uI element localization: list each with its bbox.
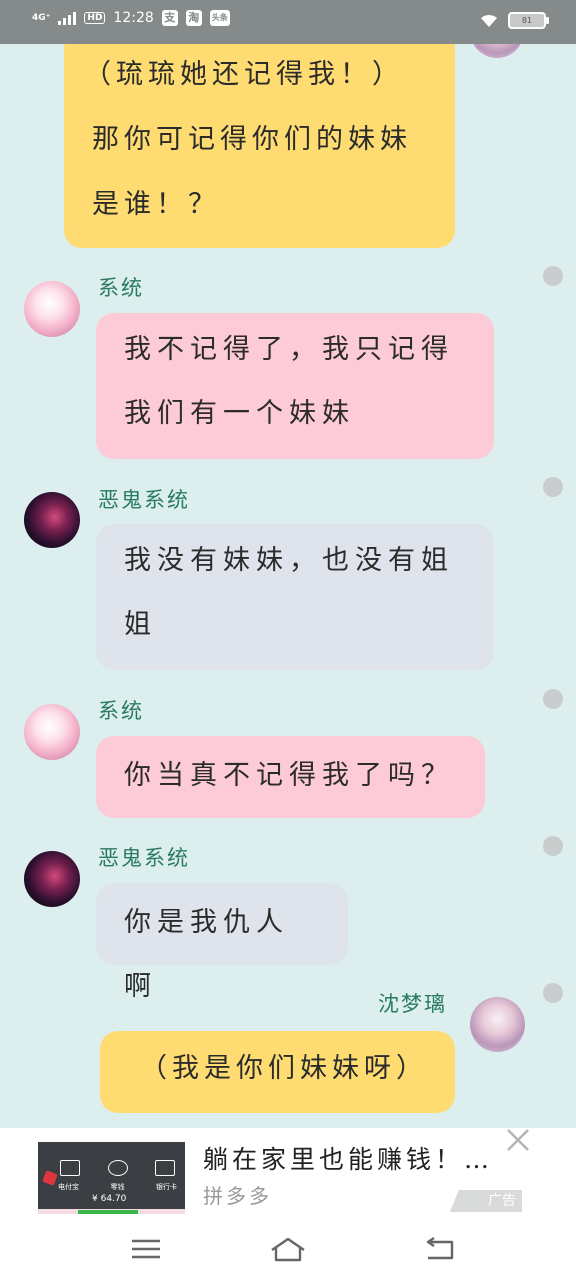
sender-name: 系统: [98, 699, 144, 723]
home-icon[interactable]: [268, 1232, 308, 1266]
wifi-icon: [481, 14, 497, 27]
message-bubble[interactable]: 我没有妹妹，也没有姐 姐: [96, 524, 494, 670]
sender-name: 恶鬼系统: [98, 488, 190, 512]
signal-icon: [58, 11, 77, 25]
select-dot[interactable]: [543, 836, 563, 856]
alipay-notification-icon: 支: [161, 10, 178, 26]
message-line: 姐: [124, 609, 157, 640]
card-icon: [155, 1160, 175, 1176]
message-bubble[interactable]: 你是我仇人啊: [96, 883, 348, 1002]
message-bubble[interactable]: （我是你们妹妹呀）: [100, 1031, 455, 1113]
select-dot[interactable]: [543, 689, 563, 709]
ad-source: 拼多多: [203, 1184, 272, 1208]
thumb-button: [78, 1210, 138, 1214]
navigation-bar: [0, 1220, 576, 1280]
sender-name: 系统: [98, 276, 144, 300]
message-line: 你当真不记得我了吗？: [124, 760, 454, 791]
select-dot[interactable]: [543, 266, 563, 286]
network-type: 4G⁺: [32, 12, 51, 23]
message-bubble[interactable]: 我不记得了，我只记得 我们有一个妹妹: [96, 313, 494, 459]
message-line: （琉琉她还记得我！）: [84, 59, 404, 90]
sender-name: 沈梦璃: [378, 992, 447, 1016]
yuan-icon: [107, 1160, 128, 1176]
message-bubble[interactable]: 你当真不记得我了吗？: [96, 736, 485, 818]
sender-avatar[interactable]: [24, 281, 80, 337]
select-dot[interactable]: [543, 477, 563, 497]
back-icon[interactable]: [420, 1232, 460, 1266]
close-icon[interactable]: [505, 1127, 531, 1153]
thumb-amount: ¥ 64.70: [92, 1194, 127, 1204]
taobao-notification-icon: 淘: [185, 10, 202, 26]
ad-tag: 广告: [450, 1190, 522, 1212]
message-line: 我不记得了，我只记得: [124, 334, 454, 365]
scan-icon: [60, 1160, 80, 1176]
message-line: 你是我仇人啊: [124, 907, 289, 1002]
sender-avatar[interactable]: [24, 851, 80, 907]
red-envelope-icon: [42, 1170, 58, 1186]
select-dot[interactable]: [543, 983, 563, 1003]
message-line: 是谁！？: [92, 189, 220, 220]
toutiao-notification-icon: 头条: [209, 10, 230, 26]
ad-banner[interactable]: 电付宝 零钱 银行卡 ¥ 64.70 躺在家里也能赚钱！… 拼多多 广告: [0, 1128, 576, 1220]
sender-avatar[interactable]: [24, 492, 80, 548]
message-line: （我是你们妹妹呀）: [140, 1053, 428, 1084]
sender-avatar[interactable]: [470, 997, 525, 1052]
ad-tag-label: 广告: [488, 1193, 516, 1209]
status-time: 12:28: [113, 10, 154, 26]
hd-badge: HD: [84, 12, 106, 24]
message-bubble[interactable]: （琉琉她还记得我！） 那你可记得你们的妹妹 是谁！？: [64, 30, 455, 248]
thumb-label: 电付宝: [58, 1183, 79, 1191]
sender-avatar[interactable]: [24, 704, 80, 760]
battery-level: 81: [521, 16, 533, 25]
thumb-label: 银行卡: [156, 1183, 177, 1191]
message-line: 我们有一个妹妹: [124, 398, 355, 429]
battery-icon: 81: [508, 12, 549, 29]
menu-icon[interactable]: [126, 1232, 166, 1266]
message-line: 那你可记得你们的妹妹: [92, 124, 412, 155]
status-bar: 4G⁺ HD 12:28 支 淘 头条 81: [0, 0, 576, 44]
sender-name: 恶鬼系统: [98, 846, 190, 870]
thumb-label: 零钱: [110, 1183, 125, 1191]
ad-title[interactable]: 躺在家里也能赚钱！…: [203, 1140, 493, 1176]
ad-thumbnail[interactable]: 电付宝 零钱 银行卡 ¥ 64.70: [38, 1142, 185, 1214]
message-line: 我没有妹妹，也没有姐: [124, 545, 454, 576]
